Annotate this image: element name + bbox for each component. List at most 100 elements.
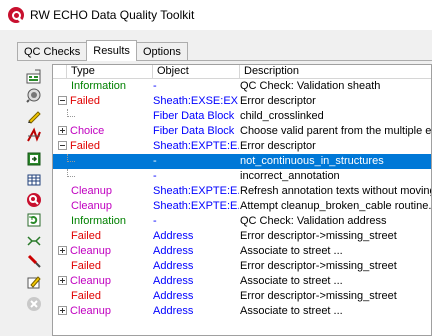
table-row[interactable]: Failed Sheath:EXPTE:E... Error descriptor — [53, 139, 431, 154]
brand-icon — [27, 193, 41, 207]
table-row[interactable]: - not_continuous_in_structures — [53, 154, 431, 169]
type-cell: Failed — [58, 289, 153, 304]
object-cell[interactable]: Sheath:EXSE:EX... — [153, 94, 239, 109]
object-cell[interactable]: Address — [153, 229, 239, 244]
type-label: Cleanup — [71, 200, 112, 212]
object-cell[interactable]: - — [153, 169, 239, 184]
type-cell — [58, 109, 153, 124]
refresh-button[interactable] — [23, 209, 45, 231]
object-cell[interactable]: - — [153, 79, 239, 94]
column-header-type[interactable]: Type — [67, 65, 153, 79]
object-cell[interactable]: Sheath:EXPTE:E... — [153, 199, 239, 214]
object-cell[interactable]: Address — [153, 289, 239, 304]
object-cell[interactable]: - — [153, 154, 239, 169]
column-header-object[interactable]: Object — [153, 65, 240, 79]
grid-rows: Information - QC Check: Validation sheath F… — [53, 79, 432, 319]
tab-results[interactable]: Results — [86, 40, 137, 61]
app-logo-icon — [8, 7, 24, 24]
description-cell: QC Check: Validation address — [240, 215, 387, 227]
table-row[interactable]: Cleanup Address Associate to street ... — [53, 274, 431, 289]
column-header-description[interactable]: Description — [240, 65, 431, 79]
table-row[interactable]: Failed Address Error descriptor->missing_s… — [53, 229, 431, 244]
object-cell[interactable]: Fiber Data Block — [153, 124, 239, 139]
description-cell: Error descriptor — [240, 95, 316, 107]
description-cell: Error descriptor->missing_street — [240, 290, 397, 302]
inspect-icon — [26, 88, 41, 103]
type-cell: Information — [58, 79, 153, 94]
tree-connector — [67, 169, 75, 177]
type-label: Cleanup — [70, 245, 111, 257]
type-cell: Information — [58, 214, 153, 229]
table-row[interactable]: Failed Address Error descriptor->missing_s… — [53, 289, 431, 304]
type-cell: Failed — [58, 139, 153, 154]
tab-qc-checks[interactable]: QC Checks — [17, 42, 88, 61]
type-label: Cleanup — [70, 275, 111, 287]
edit-button[interactable] — [23, 271, 45, 293]
object-cell[interactable]: - — [153, 214, 239, 229]
type-label: Failed — [70, 140, 100, 152]
type-label: Cleanup — [71, 185, 112, 197]
type-cell: Cleanup — [58, 274, 153, 289]
brand-button[interactable] — [23, 189, 45, 211]
description-cell: Associate to street ... — [240, 245, 343, 257]
table-row[interactable]: Information - QC Check: Validation sheath — [53, 79, 431, 94]
description-cell: Associate to street ... — [240, 305, 343, 317]
table-row[interactable]: Failed Sheath:EXSE:EX... Error descriptor — [53, 94, 431, 109]
description-cell: not_continuous_in_structures — [240, 155, 384, 167]
grid-header: Type Object Description — [53, 65, 431, 79]
object-cell[interactable]: Address — [153, 304, 239, 319]
collapse-icon[interactable] — [58, 141, 67, 150]
type-label: Failed — [71, 260, 101, 272]
description-cell: QC Check: Validation sheath — [240, 80, 381, 92]
table-row[interactable]: Cleanup Sheath:EXPTE:E... Attempt cleanup_… — [53, 199, 432, 214]
cancel-button[interactable] — [23, 293, 45, 315]
table-row[interactable]: Cleanup Sheath:EXPTE:E... Refresh annotati… — [53, 184, 431, 199]
type-label: Choice — [70, 125, 105, 137]
object-cell[interactable]: Address — [153, 274, 239, 289]
results-grid[interactable]: Type Object Description Information - QC C… — [52, 64, 432, 336]
grid-button[interactable] — [23, 169, 45, 191]
table-row[interactable]: Fiber Data Block child_crosslinked — [53, 109, 431, 124]
link-button[interactable] — [23, 229, 45, 251]
table-row[interactable]: Cleanup Address Associate to street ... — [53, 304, 431, 319]
export-button[interactable] — [23, 147, 45, 169]
description-cell: Attempt cleanup_broken_cable routine. — [240, 200, 432, 212]
app-window: RW ECHO Data Quality Toolkit QC Checks R… — [0, 0, 432, 336]
expand-icon[interactable] — [58, 306, 67, 315]
type-label: Failed — [70, 95, 100, 107]
type-cell: Failed — [58, 229, 153, 244]
expand-icon[interactable] — [58, 126, 67, 135]
type-label: Cleanup — [70, 305, 111, 317]
tab-options[interactable]: Options — [135, 42, 188, 61]
table-row[interactable]: Information - QC Check: Validation address — [53, 214, 431, 229]
description-cell: incorrect_annotation — [240, 170, 340, 182]
expand-icon[interactable] — [58, 246, 67, 255]
link-icon — [27, 236, 41, 246]
table-row[interactable]: Failed Address Error descriptor->missing_s… — [53, 259, 431, 274]
edit-icon — [27, 276, 41, 289]
object-cell[interactable]: Fiber Data Block — [153, 109, 239, 124]
object-cell[interactable]: Address — [153, 259, 239, 274]
object-cell[interactable]: Sheath:EXPTE:E... — [153, 184, 239, 199]
wrench-button[interactable] — [23, 250, 45, 272]
inspect-button[interactable] — [23, 84, 45, 106]
tree-connector — [67, 109, 75, 117]
description-cell: Error descriptor->missing_street — [240, 260, 397, 272]
table-row[interactable]: Choice Fiber Data Block Choose valid paren… — [53, 124, 432, 139]
object-cell[interactable]: Address — [153, 244, 239, 259]
tab-strip: QC Checks Results Options — [17, 40, 188, 61]
description-cell: Choose valid parent from the multiple ex… — [240, 125, 432, 137]
collapse-icon[interactable] — [58, 96, 67, 105]
vertical-toolbar — [19, 64, 49, 336]
path-button[interactable] — [23, 124, 45, 146]
cancel-icon — [27, 297, 41, 311]
table-row[interactable]: - incorrect_annotation — [53, 169, 431, 184]
path-icon — [27, 127, 41, 142]
title-bar: RW ECHO Data Quality Toolkit — [0, 0, 432, 30]
table-row[interactable]: Cleanup Address Associate to street ... — [53, 244, 431, 259]
object-cell[interactable]: Sheath:EXPTE:E... — [153, 139, 239, 154]
window-title: RW ECHO Data Quality Toolkit — [30, 8, 195, 22]
tree-connector — [67, 154, 75, 162]
expand-icon[interactable] — [58, 276, 67, 285]
type-label: Failed — [71, 230, 101, 242]
